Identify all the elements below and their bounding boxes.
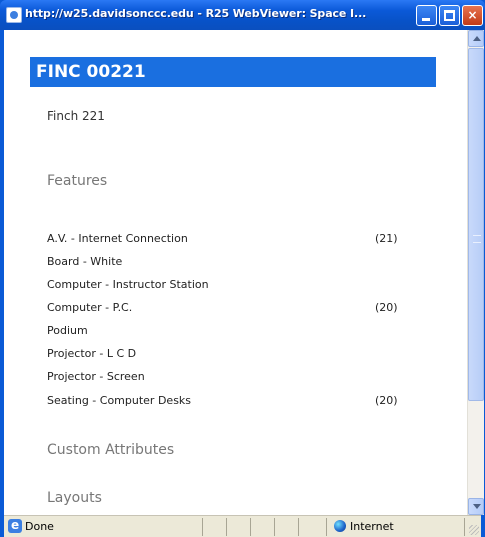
feature-row: Board - White (47, 255, 407, 275)
feature-name: Board - White (47, 255, 123, 268)
scroll-up-icon (473, 36, 481, 41)
feature-name: A.V. - Internet Connection (47, 232, 188, 245)
status-divider (274, 518, 275, 536)
status-divider (250, 518, 251, 536)
feature-name: Seating - Computer Desks (47, 394, 192, 407)
space-code-header: FINC 00221 (30, 57, 436, 87)
status-divider (226, 518, 227, 536)
feature-row: Computer - P.C. (20) (47, 301, 407, 321)
feature-row: Podium (47, 324, 407, 344)
feature-name: Computer - Instructor Station (47, 278, 209, 291)
feature-row: Computer - Instructor Station (47, 278, 407, 298)
close-button[interactable]: × (462, 5, 483, 26)
feature-name: Projector - Screen (47, 370, 145, 383)
resize-grip-icon[interactable] (469, 525, 479, 535)
layouts-heading: Layouts (47, 490, 102, 506)
vertical-scrollbar[interactable] (467, 30, 484, 515)
feature-qty: (20) (375, 394, 398, 407)
feature-row: Seating - Computer Desks (20) (47, 394, 407, 414)
scroll-down-icon (473, 504, 481, 509)
feature-name: Projector - L C D (47, 347, 137, 360)
feature-row: Projector - Screen (47, 370, 407, 390)
feature-name: Computer - P.C. (47, 301, 133, 314)
status-divider (202, 518, 203, 536)
ie-page-icon (6, 7, 22, 23)
scroll-thumb[interactable] (468, 48, 484, 401)
scroll-up-button[interactable] (468, 30, 484, 47)
minimize-button[interactable] (416, 5, 437, 26)
grip-icon (473, 235, 481, 243)
minimize-icon (422, 18, 430, 21)
status-divider (298, 518, 299, 536)
maximize-button[interactable] (439, 5, 460, 26)
maximize-icon (444, 10, 455, 21)
custom-attributes-heading: Custom Attributes (47, 442, 175, 458)
status-text: Done (25, 520, 54, 533)
browser-window: http://w25.davidsonccc.edu - R25 WebView… (0, 0, 485, 537)
scroll-down-button[interactable] (468, 498, 484, 515)
title-bar[interactable]: http://w25.davidsonccc.edu - R25 WebView… (0, 0, 485, 30)
features-heading: Features (47, 173, 108, 189)
feature-row: A.V. - Internet Connection (21) (47, 232, 407, 252)
page-content: FINC 00221 Finch 221 Features A.V. - Int… (4, 30, 467, 515)
feature-qty: (21) (375, 232, 398, 245)
feature-row: Projector - L C D (47, 347, 407, 367)
status-divider (464, 518, 465, 536)
space-name: Finch 221 (47, 109, 105, 123)
status-divider (326, 518, 327, 536)
internet-zone-icon (334, 520, 346, 532)
security-zone-label: Internet (350, 520, 394, 533)
window-title: http://w25.davidsonccc.edu - R25 WebView… (25, 7, 367, 20)
feature-qty: (20) (375, 301, 398, 314)
ie-page-done-icon (8, 518, 22, 533)
close-icon: × (467, 8, 478, 22)
feature-name: Podium (47, 324, 88, 337)
status-bar: Done Internet (4, 515, 481, 537)
